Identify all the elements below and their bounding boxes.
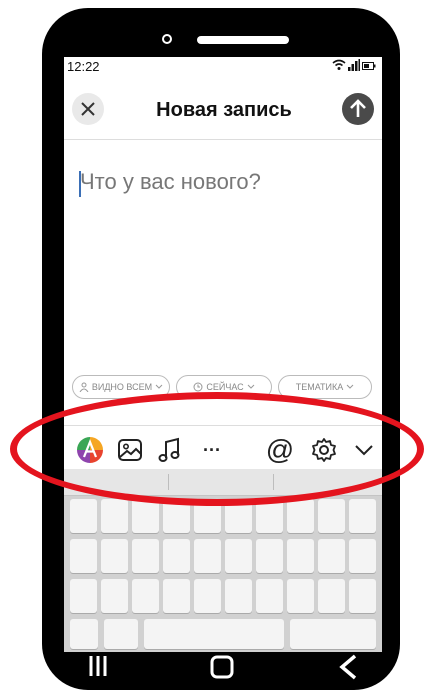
keyboard-key[interactable] [194,499,221,533]
keyboard-key[interactable] [349,579,376,613]
chevron-down-icon [247,384,254,389]
compose-input[interactable]: Что у вас нового? [80,169,261,195]
keyboard-key[interactable] [318,499,345,533]
keyboard-key[interactable] [70,499,97,533]
suggestion-divider [168,474,169,490]
keyboard-key[interactable] [163,539,190,573]
clock-icon [193,382,203,392]
keyboard-key[interactable] [256,499,283,533]
keyboard-key[interactable] [287,539,314,573]
keyboard-key[interactable] [163,579,190,613]
status-time: 12:22 [67,59,100,74]
post-options: ВИДНО ВСЕМ СЕЙЧАС ТЕМАТИКА [72,375,374,399]
chevron-down-icon [155,384,163,389]
chevron-down-icon [346,384,354,389]
music-button[interactable] [156,436,184,464]
back-icon [339,654,357,680]
keyboard-key[interactable] [194,539,221,573]
recent-apps-button[interactable] [88,654,108,683]
send-button[interactable] [342,93,374,125]
close-icon [81,102,95,116]
settings-icon [312,438,336,462]
keyboard-key[interactable] [256,539,283,573]
camera-icon [162,34,172,44]
suggestion-divider [273,474,274,490]
user-icon [79,382,89,392]
keyboard-key[interactable] [225,579,252,613]
keyboard-key[interactable] [101,579,128,613]
keyboard-key[interactable] [287,579,314,613]
keyboard-key[interactable] [101,539,128,573]
time-pill[interactable]: СЕЙЧАС [176,375,272,399]
home-icon [210,655,234,679]
back-button[interactable] [338,654,358,685]
more-icon[interactable]: ··· [198,436,226,464]
keyboard-key[interactable] [70,619,98,649]
topic-label: ТЕМАТИКА [295,382,344,392]
time-label: СЕЙЧАС [206,382,244,392]
keyboard-key[interactable] [349,539,376,573]
keyboard-key[interactable] [104,619,138,649]
attachment-toolbar: ··· @ [64,425,382,470]
status-icons [332,59,376,71]
music-icon [158,437,180,462]
keyboard-key[interactable] [194,579,221,613]
status-bar: 12:22 [64,57,382,77]
compose-header: Новая запись [64,77,382,140]
battery-icon [362,62,376,70]
color-letter-button[interactable] [76,436,104,464]
arrow-up-icon [350,99,366,117]
settings-button[interactable] [310,436,338,464]
keyboard-key[interactable] [70,539,97,573]
keyboard-key[interactable] [132,499,159,533]
keyboard-key[interactable] [144,619,284,649]
keyboard-key[interactable] [132,539,159,573]
keyboard-key[interactable] [349,499,376,533]
image-icon [118,439,142,461]
keyboard-key[interactable] [225,499,252,533]
keyboard-key[interactable] [225,539,252,573]
keyboard [64,469,382,652]
keyboard-key[interactable] [318,579,345,613]
keyboard-key[interactable] [287,499,314,533]
home-button[interactable] [209,654,235,685]
keyboard-key[interactable] [163,499,190,533]
keyboard-key[interactable] [101,499,128,533]
signal-icon [348,59,360,71]
keyboard-key[interactable] [70,579,97,613]
screen: 12:22 Новая запись Что у вас нового? ВИД… [64,57,382,652]
keyboard-key[interactable] [290,619,376,649]
visibility-label: ВИДНО ВСЕМ [91,382,153,392]
topic-pill[interactable]: ТЕМАТИКА [278,375,372,399]
close-button[interactable] [72,93,104,125]
recent-apps-icon [89,656,107,676]
image-button[interactable] [116,436,144,464]
speaker-grille [197,36,289,44]
color-letter-icon [77,437,103,463]
keyboard-key[interactable] [132,579,159,613]
mention-icon[interactable]: @ [266,434,294,465]
keyboard-key[interactable] [318,539,345,573]
page-title: Новая запись [156,99,292,121]
visibility-pill[interactable]: ВИДНО ВСЕМ [72,375,170,399]
chevron-down-icon [355,445,373,456]
collapse-button[interactable] [350,436,378,464]
keyboard-key[interactable] [256,579,283,613]
suggestion-bar [64,469,382,496]
navigation-bar [64,652,382,684]
wifi-icon [332,59,346,70]
